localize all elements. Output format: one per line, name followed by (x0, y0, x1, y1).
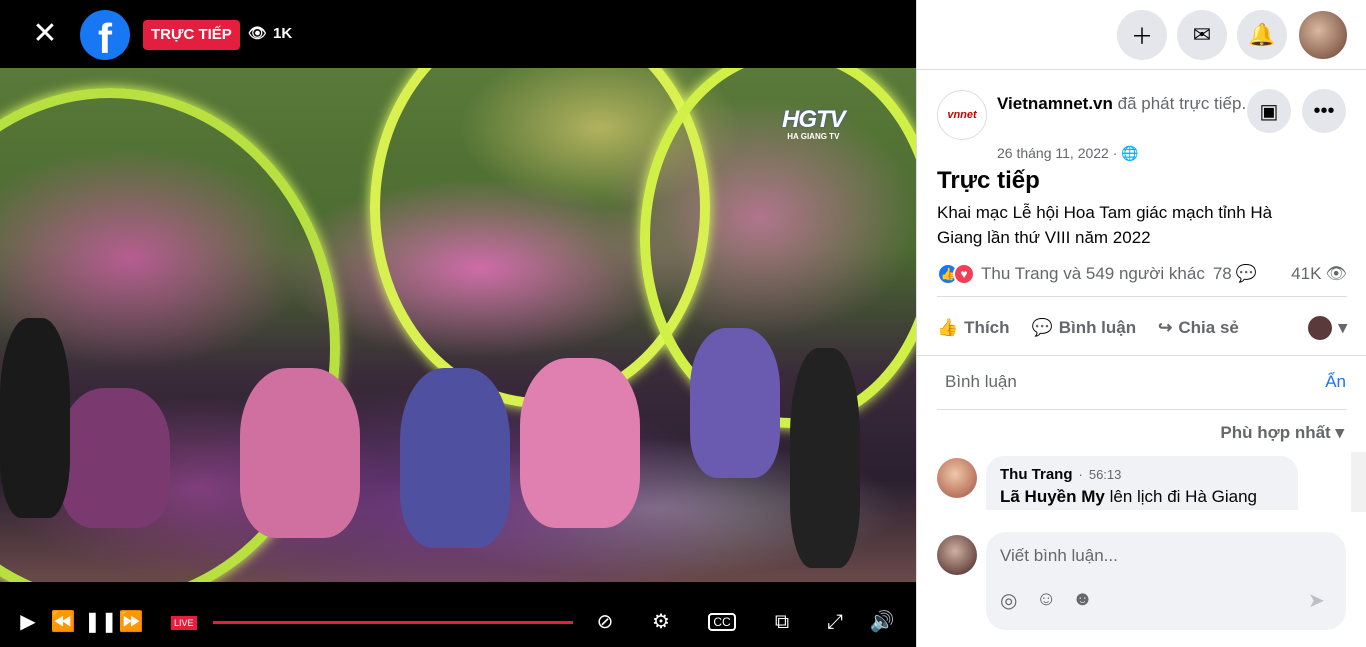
divider (937, 296, 1347, 297)
comment-avatar[interactable] (937, 458, 977, 498)
page-name[interactable]: Vietnamnet.vn (997, 94, 1113, 113)
post-title: Trực tiếp (937, 167, 1040, 194)
player-topbar: ✕ f TRỰC TIẾP 👁 1K (0, 0, 916, 68)
like-button[interactable]: 👍 Thích (937, 318, 1010, 338)
avatar (1308, 316, 1333, 340)
play-icon[interactable]: ▶ (14, 600, 42, 644)
like-label: Thích (964, 318, 1010, 337)
viewer-count-label: 1K (273, 24, 293, 42)
video-player: ✕ f TRỰC TIẾP 👁 1K HGTV HA GIANG TV ▶ ⏪ … (0, 0, 916, 647)
globe-icon: 🌐 (1121, 145, 1139, 161)
save-icon[interactable]: ▣ (1247, 89, 1291, 133)
chevron-down-icon: ▾ (1338, 318, 1347, 337)
share-label: Chia sẻ (1178, 318, 1239, 337)
audience-selector[interactable]: ▾ (1308, 316, 1347, 340)
post-date: 26 tháng 11, 2022 · 🌐 (997, 145, 1139, 162)
user-avatar[interactable] (937, 535, 977, 575)
pause-icon[interactable]: ❚❚ (84, 600, 118, 644)
sort-label: Phù hợp nhất (1220, 423, 1331, 442)
page-avatar[interactable]: vnnet (937, 90, 987, 140)
live-badge: TRỰC TIẾP (143, 20, 240, 50)
dancer (240, 368, 360, 538)
post-date-text[interactable]: 26 tháng 11, 2022 · (997, 145, 1117, 161)
emoji-icon[interactable]: ☺ (1036, 588, 1056, 611)
share-icon: ↪ (1158, 318, 1173, 337)
send-icon[interactable]: ➤ (1308, 588, 1325, 613)
comment-placeholder: Viết bình luận... (1000, 546, 1118, 565)
picture-in-picture-icon[interactable]: ⧉ (766, 600, 798, 644)
avatar-sticker-icon[interactable]: ☻ (1072, 588, 1093, 611)
player-controls: ▶ ⏪ ❚❚ ⏩ LIVE ⊘ ⚙ CC ⧉ ⤢ 🔊 (0, 600, 916, 644)
dancer (690, 328, 780, 478)
close-icon[interactable]: ✕ (30, 19, 60, 50)
comment-text: lên lịch đi Hà Giang (1104, 487, 1257, 506)
divider (937, 409, 1347, 410)
more-options-icon[interactable]: ••• (1302, 89, 1346, 133)
video-frame[interactable]: HGTV HA GIANG TV (0, 68, 916, 582)
comment-sort-dropdown[interactable]: Phù hợp nhất ▾ (1220, 423, 1344, 443)
reactions-bar: 👍 ♥ Thu Trang và 549 người khác 78 💬 41K… (937, 262, 1347, 286)
comment-input[interactable]: Viết bình luận... ◎ ☺ ☻ ➤ (986, 532, 1346, 630)
dancer (400, 368, 510, 548)
notifications-bell-icon[interactable]: 🔔 (1237, 10, 1287, 60)
post-action-text: đã phát trực tiếp. (1117, 94, 1247, 113)
performer (790, 348, 860, 568)
performer (0, 318, 70, 518)
hide-comments-link[interactable]: Ẩn (1325, 372, 1346, 392)
comment-button[interactable]: 💬 Bình luận (1032, 318, 1137, 338)
eye-icon: 👁 (1325, 264, 1347, 283)
dancer (60, 388, 170, 528)
love-reaction-icon: ♥ (953, 263, 975, 285)
comment-mention[interactable]: Lã Huyền My (1000, 487, 1105, 506)
post-description: Khai mạc Lễ hội Hoa Tam giác mạch tỉnh H… (937, 203, 1273, 247)
watermark-logo: HGTV (782, 106, 846, 133)
comment-toggle-icon[interactable]: ⊘ (590, 600, 620, 644)
watermark-sub: HA GIANG TV (787, 132, 840, 141)
facebook-logo-icon[interactable]: f (80, 10, 130, 60)
comment-time[interactable]: 56:13 (1089, 467, 1122, 482)
share-button[interactable]: ↪ Chia sẻ (1158, 318, 1239, 338)
divider (917, 355, 1366, 356)
progress-bar[interactable] (213, 621, 573, 624)
thumbs-up-icon: 👍 (937, 318, 959, 337)
create-plus-icon[interactable]: ＋ (1117, 10, 1167, 60)
comment-icon: 💬 (1031, 318, 1053, 337)
caret-down-icon: ▾ (1335, 423, 1344, 442)
volume-icon[interactable]: 🔊 (866, 600, 898, 644)
fullscreen-icon[interactable]: ⤢ (820, 600, 850, 644)
comment-bubble-icon: 💬 (1235, 264, 1257, 283)
eye-icon: 👁 (248, 25, 268, 42)
comment-label: Bình luận (1058, 318, 1137, 337)
comments-header: Bình luận (945, 372, 1017, 391)
channel-watermark: HGTV HA GIANG TV (782, 106, 846, 141)
rewind-icon[interactable]: ⏪ (48, 600, 78, 644)
dancer (520, 358, 640, 528)
view-count: 41K (1291, 264, 1322, 283)
post-panel: ＋ ✉ 🔔 vnnet Vietnamnet.vn đã phát trực t… (916, 0, 1366, 647)
comment-count[interactable]: 78 (1213, 264, 1232, 284)
comment-bubble: Thu Trang · 56:13 Lã Huyền My lên lịch đi … (986, 456, 1298, 510)
settings-gear-icon[interactable]: ⚙ (646, 600, 676, 644)
comment-author[interactable]: Thu Trang (1000, 466, 1073, 483)
divider (917, 69, 1366, 70)
viewer-count: 👁 1K (248, 24, 293, 43)
live-tag: LIVE (171, 616, 197, 630)
post-actions: 👍 Thích 💬 Bình luận ↪ Chia sẻ ▾ (937, 308, 1347, 348)
comments-scrollbar[interactable] (1351, 452, 1366, 512)
messenger-icon[interactable]: ✉ (1177, 10, 1227, 60)
captions-icon[interactable]: CC (706, 600, 738, 644)
fast-forward-icon[interactable]: ⏩ (116, 600, 146, 644)
sticker-icon[interactable]: ◎ (1000, 588, 1017, 613)
reactors-text[interactable]: Thu Trang và 549 người khác (981, 264, 1205, 284)
post-author: Vietnamnet.vn đã phát trực tiếp. (997, 92, 1247, 116)
account-avatar[interactable] (1297, 9, 1349, 61)
